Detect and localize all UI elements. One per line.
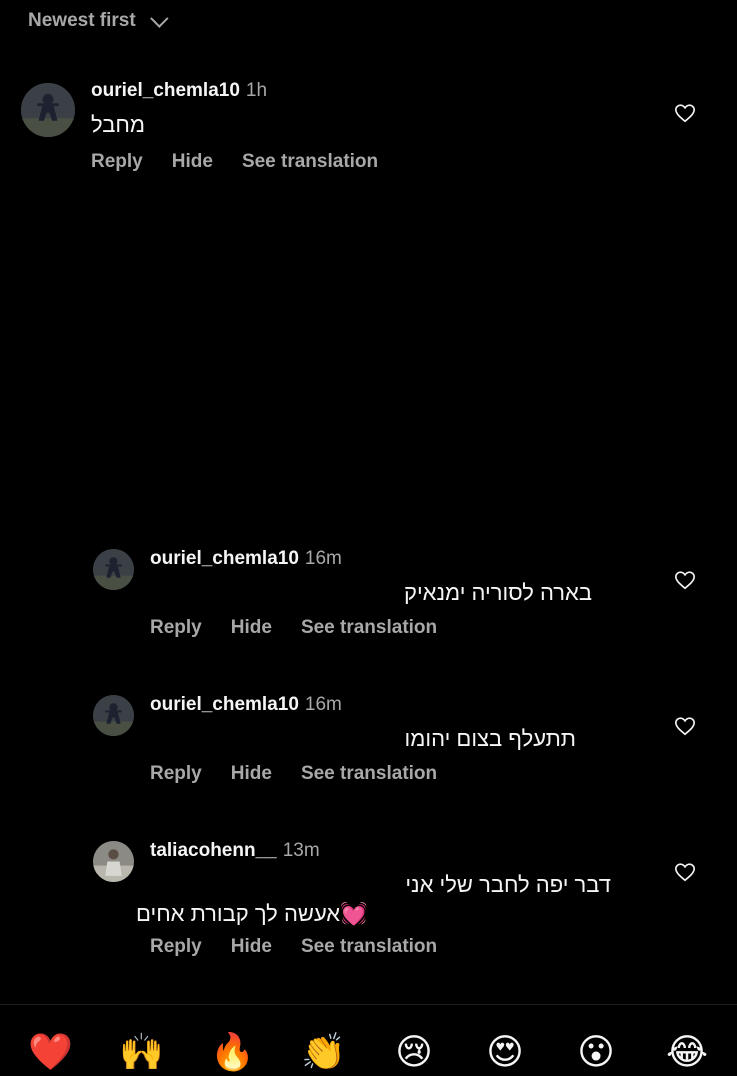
hide-button[interactable]: Hide (231, 617, 272, 639)
emoji-tears-of-joy[interactable]: 😂 (665, 1030, 709, 1074)
see-translation-button[interactable]: See translation (242, 151, 378, 173)
chevron-down-icon (149, 8, 169, 28)
hide-button[interactable]: Hide (172, 151, 213, 173)
reply-button[interactable]: Reply (150, 617, 202, 639)
comment-time: 16m (304, 694, 342, 715)
divider (0, 1004, 737, 1005)
emoji-fire[interactable]: 🔥 (210, 1030, 255, 1074)
hide-button[interactable]: Hide (231, 936, 272, 958)
comment-text-line-2: 💓אעשה לך קבורת אחים (136, 901, 368, 926)
comment-username[interactable]: ouriel_chemla10 (150, 694, 299, 716)
avatar[interactable] (21, 83, 75, 137)
comment-username[interactable]: ouriel_chemla10 (150, 548, 299, 570)
avatar[interactable] (93, 695, 134, 736)
comment-username[interactable]: taliacohenn__ (150, 840, 277, 862)
like-heart-icon[interactable] (674, 569, 696, 591)
comment-time: 13m (282, 840, 320, 861)
comment-text-line-1: דבר יפה לחבר שלי אני (405, 872, 611, 897)
avatar-image (93, 841, 134, 882)
comment-text: תתעלף בצום יהומו (404, 726, 576, 751)
emoji-reaction-bar: ❤️ 🙌 🔥 👏 😢 😍 😮 😂 (0, 1030, 737, 1076)
avatar[interactable] (93, 841, 134, 882)
see-translation-button[interactable]: See translation (301, 936, 437, 958)
sort-label: Newest first (28, 10, 136, 31)
comment-time: 16m (304, 548, 342, 569)
reply-button[interactable]: Reply (150, 936, 202, 958)
avatar-image (21, 83, 75, 137)
hide-button[interactable]: Hide (231, 763, 272, 785)
comment-text: בארה לסוריה ימנאיק (403, 580, 592, 605)
sort-dropdown[interactable]: Newest first (28, 8, 169, 34)
comment-username[interactable]: ouriel_chemla10 (91, 80, 240, 102)
like-heart-icon[interactable] (674, 715, 696, 737)
emoji-heart-eyes[interactable]: 😍 (483, 1030, 527, 1074)
like-heart-icon[interactable] (674, 102, 696, 124)
reply-button[interactable]: Reply (150, 763, 202, 785)
avatar-image (93, 549, 134, 590)
emoji-crying-face[interactable]: 😢 (392, 1030, 436, 1074)
comment-text: מחבל (91, 112, 145, 137)
avatar-image (93, 695, 134, 736)
see-translation-button[interactable]: See translation (301, 617, 437, 639)
emoji-surprised-face[interactable]: 😮 (574, 1030, 618, 1074)
avatar[interactable] (93, 549, 134, 590)
reply-button[interactable]: Reply (91, 151, 143, 173)
emoji-red-heart[interactable]: ❤️ (28, 1030, 73, 1074)
like-heart-icon[interactable] (674, 861, 696, 883)
emoji-raising-hands[interactable]: 🙌 (119, 1030, 164, 1074)
see-translation-button[interactable]: See translation (301, 763, 437, 785)
comment-time: 1h (245, 80, 268, 101)
emoji-clapping-hands[interactable]: 👏 (301, 1030, 346, 1074)
